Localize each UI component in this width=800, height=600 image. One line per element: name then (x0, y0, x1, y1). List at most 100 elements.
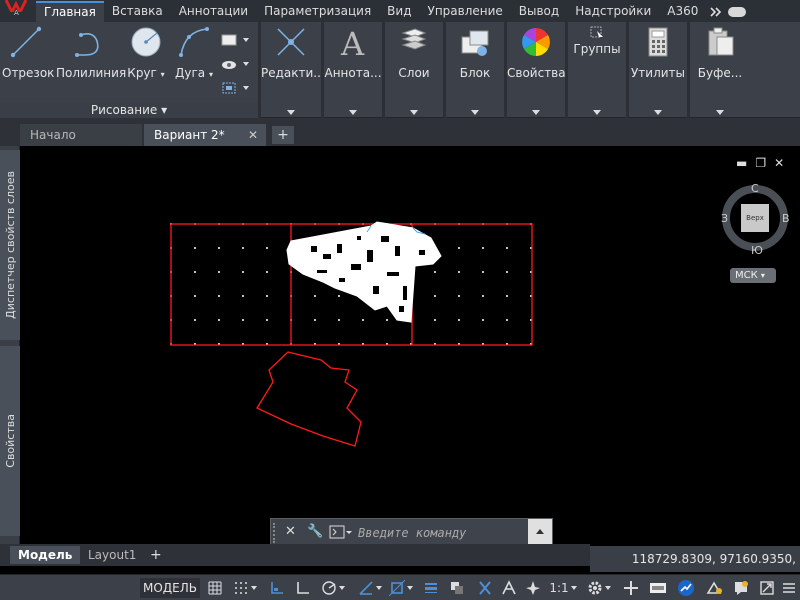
workspace-switch[interactable] (584, 578, 614, 598)
viewcube-west-label[interactable]: З (721, 212, 728, 225)
parcel-outline[interactable] (256, 351, 362, 447)
drawing-svg[interactable] (21, 146, 800, 544)
circle-dropdown-caret-icon[interactable]: ▾ (161, 70, 165, 79)
units-toggle[interactable] (646, 578, 670, 598)
ribbon-tab-view[interactable]: Вид (379, 1, 419, 22)
clean-screen-toggle[interactable] (756, 578, 778, 598)
viewcube-top-face[interactable]: Верх (741, 204, 769, 232)
annotation-scale-dropdown[interactable]: 1:1 (546, 578, 580, 598)
annotation-scale-caret-icon[interactable] (570, 586, 577, 590)
viewcube-north-label[interactable]: С (751, 182, 759, 195)
workspace-caret-icon[interactable] (605, 586, 611, 590)
clipboard-panel-expand-icon[interactable] (716, 110, 724, 115)
isodraft-caret-icon[interactable] (376, 586, 382, 590)
ribbon-more-tabs[interactable] (706, 1, 750, 22)
annotation-panel-expand-icon[interactable] (349, 110, 357, 115)
viewcube[interactable]: С Ю З В Верх (720, 182, 790, 258)
customize-status-bar-button[interactable] (780, 578, 798, 598)
viewport-minimize-icon[interactable]: ▬ (736, 156, 747, 170)
polar-caret-icon[interactable] (339, 586, 345, 590)
grid-toggle[interactable] (204, 578, 226, 598)
isolate-objects-toggle[interactable] (702, 578, 726, 598)
groups-button[interactable]: Группы (568, 24, 626, 56)
polar-tracking-toggle[interactable] (316, 578, 350, 598)
rectangle-tool[interactable] (220, 28, 256, 52)
groups-panel-expand-icon[interactable] (593, 110, 601, 115)
utilities-button[interactable]: Утилиты (629, 24, 687, 80)
object-snap-caret-icon[interactable] (407, 586, 413, 590)
annotation-button[interactable]: A Аннота... (324, 24, 382, 80)
command-line-grip-icon[interactable] (273, 523, 276, 543)
ribbon-tab-manage[interactable]: Управление (420, 1, 511, 22)
modify-panel-expand-icon[interactable] (287, 110, 295, 115)
viewcube-east-label[interactable]: В (782, 212, 790, 225)
layout-tab-model[interactable]: Модель (10, 546, 81, 564)
infer-constraints-toggle[interactable] (266, 578, 288, 598)
annotation-visibility-toggle[interactable] (474, 578, 496, 598)
clipboard-button[interactable]: Буфе... (690, 24, 750, 80)
ribbon-toggle-icon[interactable] (728, 6, 747, 17)
circle-button[interactable]: Круг ▾ (126, 24, 166, 80)
block-panel-expand-icon[interactable] (471, 110, 479, 115)
layers-panel-expand-icon[interactable] (410, 110, 418, 115)
command-line-settings-icon[interactable]: 🔧 (307, 524, 323, 539)
command-history-button[interactable] (528, 519, 552, 545)
properties-panel-expand-icon[interactable] (532, 110, 540, 115)
model-space-canvas[interactable] (21, 146, 800, 544)
hardware-acceleration-toggle[interactable] (674, 578, 698, 598)
viewport-close-icon[interactable]: ✕ (774, 156, 784, 170)
boundary-tool[interactable] (220, 76, 256, 100)
ribbon-tab-a360[interactable]: A360 (659, 1, 706, 22)
command-line-close-icon[interactable]: ✕ (285, 524, 296, 539)
app-menu-button[interactable]: A (0, 0, 36, 22)
transparency-toggle[interactable] (446, 578, 468, 598)
new-tab-button[interactable]: + (272, 126, 294, 144)
annotation-monitor-toggle[interactable] (620, 578, 642, 598)
command-input[interactable] (358, 523, 528, 542)
coordinates-readout[interactable]: 118729.8309, 97160.9350, 0.0000 (590, 546, 800, 592)
properties-button[interactable]: Свойства (507, 24, 566, 80)
isodraft-toggle[interactable] (356, 578, 384, 598)
ribbon-tab-output[interactable]: Вывод (511, 1, 567, 22)
modify-button[interactable]: Редакти... (261, 24, 325, 80)
block-button[interactable]: Блок (446, 24, 504, 80)
annotation-autoscale-toggle[interactable] (498, 578, 520, 598)
tab-start[interactable]: Начало (20, 124, 142, 146)
ortho-toggle[interactable] (292, 578, 314, 598)
ribbon-tab-addins[interactable]: Надстройки (567, 1, 659, 22)
polyline-button[interactable]: Полилиния (56, 24, 126, 80)
building-plan[interactable] (286, 221, 442, 323)
arc-button[interactable]: Дуга ▾ (174, 24, 214, 80)
layer-properties-manager-tab[interactable]: Диспетчер свойств слоев (0, 150, 20, 340)
object-snap-toggle[interactable] (386, 578, 416, 598)
annotation-scale-icon-button[interactable] (522, 578, 544, 598)
lineweight-toggle[interactable] (420, 578, 442, 598)
wcs-menu-button[interactable]: МСК ▾ (730, 268, 776, 283)
ribbon-tab-home[interactable]: Главная (36, 1, 104, 22)
layers-button[interactable]: Слои (385, 24, 443, 80)
hatch-tool[interactable] (220, 52, 256, 76)
rectangle-caret-icon[interactable] (243, 38, 249, 42)
command-prompt-icon[interactable] (329, 525, 353, 543)
line-button[interactable]: Отрезок (2, 24, 54, 80)
viewcube-south-label[interactable]: Ю (751, 244, 763, 257)
ribbon-tab-parametric[interactable]: Параметризация (256, 1, 379, 22)
tab-variant-2[interactable]: Вариант 2* ✕ (144, 124, 266, 146)
utilities-panel-expand-icon[interactable] (654, 110, 662, 115)
boundary-caret-icon[interactable] (243, 86, 249, 90)
building-plan-fill[interactable] (286, 221, 442, 323)
tab-close-icon[interactable]: ✕ (248, 124, 258, 146)
viewport-restore-icon[interactable]: ❐ (755, 156, 766, 170)
snap-caret-icon[interactable] (251, 586, 257, 590)
ribbon-tab-insert[interactable]: Вставка (104, 1, 171, 22)
add-layout-button[interactable]: + (146, 546, 166, 564)
communication-center-button[interactable] (730, 578, 752, 598)
arc-dropdown-caret-icon[interactable]: ▾ (209, 70, 213, 79)
draw-panel-footer[interactable]: Рисование ▾ (0, 102, 258, 118)
model-space-toggle[interactable]: МОДЕЛЬ (140, 578, 200, 598)
hatch-caret-icon[interactable] (243, 62, 249, 66)
layout-tab-layout1[interactable]: Layout1 (80, 546, 144, 564)
properties-palette-tab[interactable]: Свойства (0, 346, 20, 536)
snap-toggle[interactable] (228, 578, 262, 598)
ribbon-tab-annotate[interactable]: Аннотации (171, 1, 256, 22)
